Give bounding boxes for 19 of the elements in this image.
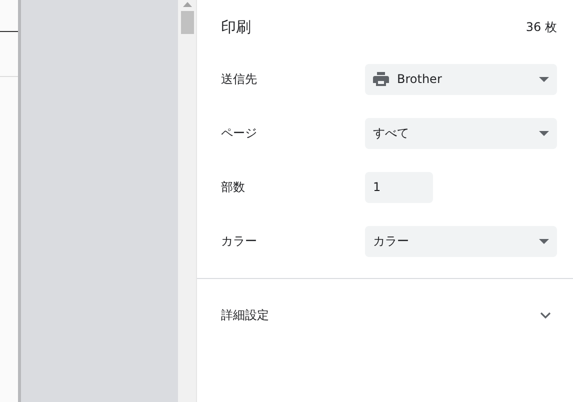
setting-label: カラー [221,232,258,250]
scrollbar-thumb[interactable] [180,11,194,34]
dropdown[interactable]: Brother [365,64,557,94]
scrollbar[interactable] [178,0,197,402]
printer-icon [373,72,389,86]
sheet-count: 36 枚 [526,18,557,36]
chevron-down-icon[interactable] [540,312,551,318]
dropdown-caret-icon [539,76,549,82]
setting-label: 部数 [221,178,246,196]
dropdown-caret-icon [539,238,549,244]
scroll-up-icon[interactable] [182,2,192,7]
dropdown[interactable]: すべて [365,118,557,148]
dropdown[interactable]: カラー [365,226,557,256]
setting-label: 送信先 [221,70,258,88]
dropdown-caret-icon [539,130,549,136]
dialog-title: 印刷 [221,18,251,36]
copies-field[interactable]: 1 [365,172,433,202]
advanced-settings-toggle[interactable]: 詳細設定 [221,306,269,324]
setting-label: ページ [221,124,258,142]
